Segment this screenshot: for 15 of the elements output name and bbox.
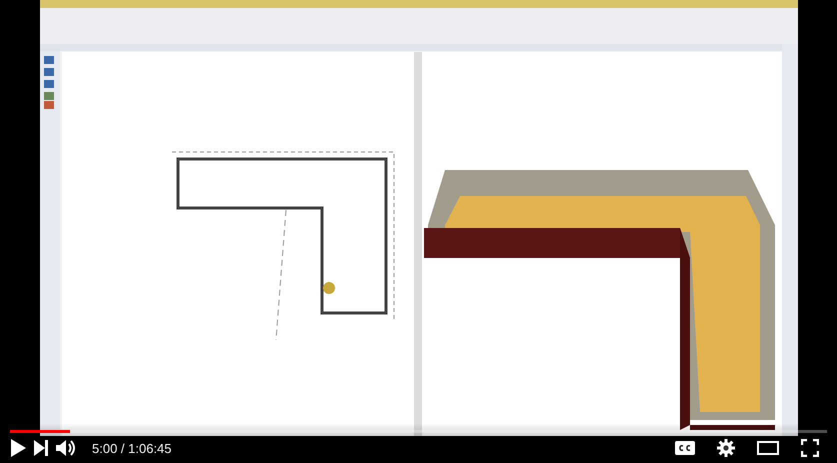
theater-mode-button[interactable] bbox=[757, 441, 779, 455]
fullscreen-button[interactable] bbox=[801, 439, 819, 457]
next-button[interactable] bbox=[34, 440, 48, 456]
captions-button[interactable] bbox=[675, 441, 695, 455]
fullscreen-icon bbox=[801, 439, 819, 457]
settings-button[interactable] bbox=[717, 439, 735, 457]
settings-icon bbox=[717, 439, 735, 457]
play-icon bbox=[10, 439, 26, 457]
time-display: 5:00 / 1:06:45 bbox=[92, 440, 172, 456]
next-icon bbox=[34, 440, 48, 456]
captions-icon bbox=[675, 441, 695, 455]
play-button[interactable] bbox=[10, 439, 26, 457]
rectangle-icon bbox=[757, 441, 779, 455]
volume-button[interactable] bbox=[56, 439, 78, 457]
volume-icon bbox=[56, 439, 78, 457]
